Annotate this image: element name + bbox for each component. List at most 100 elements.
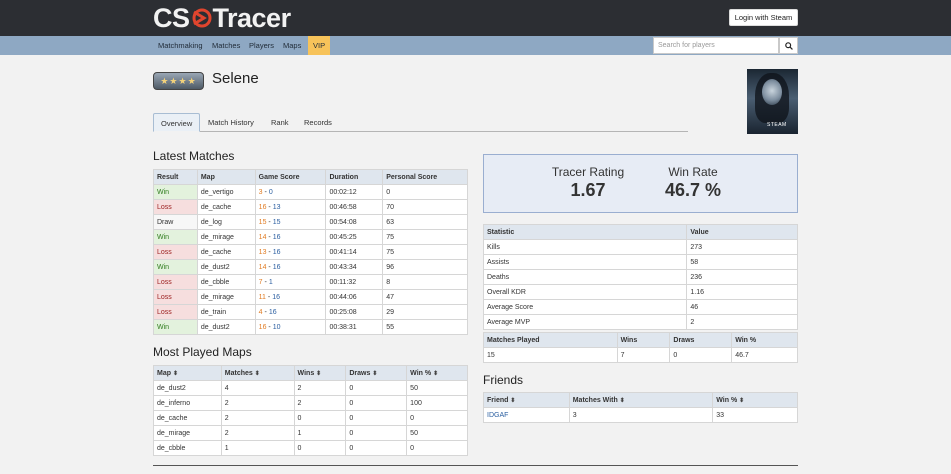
match-result: Win (153, 184, 198, 200)
nav-item-maps[interactable]: Maps (283, 36, 301, 55)
nav-item-matchmaking[interactable]: Matchmaking (158, 36, 203, 55)
match-row[interactable]: Loss de_cbble 7 - 1 00:11:32 8 (153, 274, 468, 290)
sort-header-wins[interactable]: Wins ⬍ (293, 365, 347, 381)
footer-divider (153, 465, 798, 466)
tab-overview[interactable]: Overview (153, 113, 201, 132)
match-row[interactable]: Loss de_mirage 11 - 16 00:44:06 47 (153, 289, 468, 305)
sort-header-win-pct[interactable]: Win % ⬍ (406, 365, 468, 381)
match-row[interactable]: Loss de_cache 13 - 16 00:41:14 75 (153, 244, 468, 260)
match-row[interactable]: Win de_dust2 16 - 10 00:38:31 55 (153, 319, 468, 335)
map-name: de_cbble (153, 440, 222, 456)
sort-header-label: Map (157, 369, 171, 377)
match-game-score: 7 - 1 (254, 274, 327, 290)
stat-value: 2 (686, 314, 798, 330)
map-wins: 0 (293, 440, 347, 456)
sort-header-label: Matches (224, 369, 253, 377)
tab-records[interactable]: Records (297, 113, 339, 132)
tab-rank[interactable]: Rank (264, 113, 296, 132)
map-name: de_inferno (153, 395, 222, 411)
match-map: de_vertigo (196, 184, 256, 200)
match-duration: 00:02:12 (325, 184, 384, 200)
match-map: de_cbble (196, 274, 256, 290)
score-team-a: 11 (258, 293, 266, 301)
match-row[interactable]: Draw de_log 15 - 15 00:54:08 63 (153, 214, 468, 230)
crosshair-logo-icon (192, 8, 212, 28)
summary-matches-played: 15 (483, 347, 618, 363)
score-team-b: 16 (272, 293, 280, 301)
nav-item-vip[interactable]: VIP (308, 36, 331, 55)
map-win-pct: 0 (406, 410, 468, 426)
site-logo[interactable]: CS Tracer (153, 3, 291, 33)
sort-header-win-pct[interactable]: Win % ⬍ (712, 392, 798, 408)
col-header-game-score: Game Score (254, 169, 327, 185)
top-bar: CS Tracer Login with Steam (0, 0, 951, 36)
match-row[interactable]: Loss de_train 4 - 16 00:25:08 29 (153, 304, 468, 320)
match-personal-score: 8 (382, 274, 468, 290)
friend-matches-with: 3 (568, 407, 714, 423)
friend-name-link[interactable]: IDGAF (483, 407, 570, 423)
nav-item-matches[interactable]: Matches (212, 36, 240, 55)
match-duration: 00:41:14 (325, 244, 384, 260)
map-matches: 2 (220, 425, 295, 441)
login-with-steam-button[interactable]: Login with Steam (729, 9, 798, 26)
latest-matches-title: Latest Matches (153, 149, 235, 163)
sort-icon: ⬍ (433, 370, 439, 377)
player-search-input[interactable]: Search for players (653, 37, 779, 54)
stat-row: Overall KDR 1.16 (482, 284, 798, 300)
sort-icon: ⬍ (510, 397, 516, 404)
match-row[interactable]: Win de_vertigo 3 - 0 00:02:12 0 (153, 184, 468, 200)
win-rate-value: 46.7 % (664, 180, 722, 200)
sort-header-matches-with[interactable]: Matches With ⬍ (568, 392, 714, 408)
sort-header-friend[interactable]: Friend ⬍ (483, 392, 570, 408)
map-wins: 1 (293, 425, 347, 441)
match-duration: 00:11:32 (325, 274, 384, 290)
map-wins: 0 (293, 410, 347, 426)
match-result: Win (153, 229, 198, 245)
stat-name: Overall KDR (482, 284, 688, 300)
map-matches: 2 (220, 410, 295, 426)
tracer-rating-label: Tracer Rating (551, 165, 625, 179)
map-row[interactable]: de_dust2 4 2 0 50 (153, 380, 468, 396)
search-button[interactable] (779, 37, 798, 54)
sort-header-matches[interactable]: Matches ⬍ (220, 365, 295, 381)
match-duration: 00:46:58 (325, 199, 384, 215)
match-game-score: 16 - 10 (254, 319, 327, 335)
sort-header-map[interactable]: Map ⬍ (153, 365, 222, 381)
map-matches: 1 (220, 440, 295, 456)
stat-name: Deaths (482, 269, 688, 285)
match-game-score: 14 - 16 (254, 259, 327, 275)
match-duration: 00:38:31 (325, 319, 384, 335)
match-result: Loss (153, 274, 198, 290)
match-game-score: 3 - 0 (254, 184, 327, 200)
win-rate-label: Win Rate (668, 165, 718, 179)
tab-match-history[interactable]: Match History (201, 113, 261, 132)
sort-header-draws[interactable]: Draws ⬍ (345, 365, 408, 381)
match-duration: 00:45:25 (325, 229, 384, 245)
sort-header-label: Win % (716, 396, 738, 404)
stat-name: Assists (482, 254, 688, 270)
col-header-value: Value (686, 224, 798, 240)
match-row[interactable]: Win de_dust2 14 - 16 00:43:34 96 (153, 259, 468, 275)
logo-text-cs: CS (153, 2, 190, 33)
match-row[interactable]: Loss de_cache 16 - 13 00:46:58 70 (153, 199, 468, 215)
stat-value: 58 (686, 254, 798, 270)
score-team-b: 16 (268, 308, 277, 316)
sort-header-label: Friend (487, 396, 509, 404)
stat-value: 1.16 (686, 284, 798, 300)
map-row[interactable]: de_inferno 2 2 0 100 (153, 395, 468, 411)
map-name: de_cache (153, 410, 222, 426)
map-row[interactable]: de_cache 2 0 0 0 (153, 410, 468, 426)
nav-item-players[interactable]: Players (249, 36, 274, 55)
friend-win-pct: 33 (712, 407, 798, 423)
match-row[interactable]: Win de_mirage 14 - 16 00:45:25 75 (153, 229, 468, 245)
player-avatar: STEAM (747, 69, 798, 134)
match-personal-score: 0 (382, 184, 468, 200)
logo-text-tracer: Tracer (212, 2, 292, 33)
map-row[interactable]: de_cbble 1 0 0 0 (153, 440, 468, 456)
match-personal-score: 70 (382, 199, 468, 215)
search-icon (784, 41, 793, 50)
map-row[interactable]: de_mirage 2 1 0 50 (153, 425, 468, 441)
map-win-pct: 50 (406, 425, 468, 441)
friend-row[interactable]: IDGAF 3 33 (483, 407, 798, 423)
main-nav: Matchmaking Matches Players Maps VIP (0, 36, 951, 55)
